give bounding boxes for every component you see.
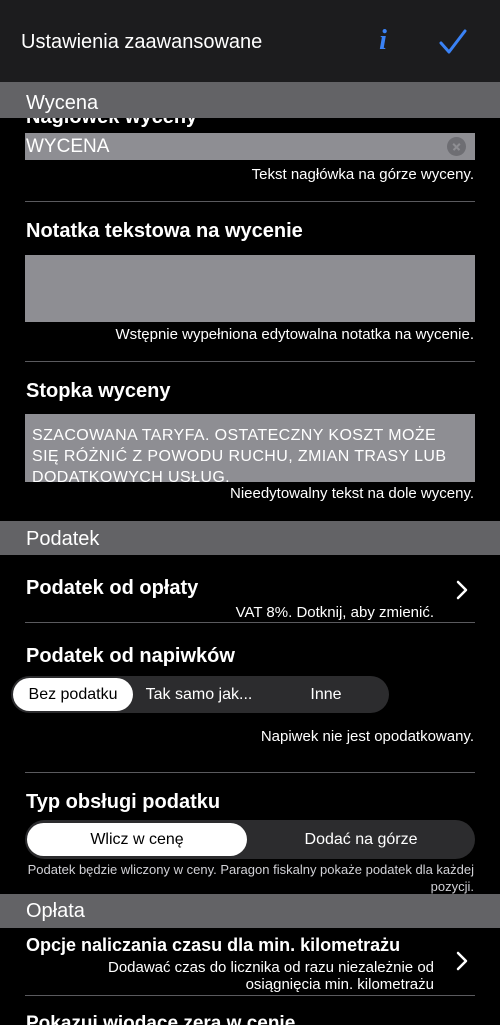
quote-footer-hint: Nieedytowalny tekst na dole wyceny. — [229, 485, 474, 502]
divider — [25, 201, 475, 202]
tax-handling-hint: Podatek będzie wliczony w ceny. Paragon … — [27, 862, 474, 894]
divider — [25, 772, 475, 773]
checkmark-icon[interactable] — [438, 28, 468, 56]
tip-tax-hint: Napiwek nie jest opodatkowany. — [260, 728, 474, 745]
section-title-podatek: Podatek — [26, 528, 100, 550]
tip-tax-option-other[interactable]: Inne — [265, 676, 387, 713]
page-title: Ustawienia zaawansowane — [21, 31, 263, 53]
quote-header-hint: Tekst nagłówka na górze wyceny. — [251, 166, 474, 183]
tax-handling-label: Typ obsługi podatku — [26, 791, 221, 813]
quote-header-label: Nagłówek wyceny — [26, 118, 197, 129]
section-header-wycena: Wycena — [0, 82, 500, 118]
tax-handling-segmented-control[interactable]: Wlicz w cenę Dodać na górze — [25, 820, 475, 859]
chevron-right-icon — [456, 580, 468, 600]
quote-note-input[interactable] — [25, 255, 475, 322]
quote-footer-text: SZACOWANA TARYFA. OSTATECZNY KOSZT MOŻE … — [25, 414, 475, 482]
tax-handling-option-add-on-top[interactable]: Dodać na górze — [249, 820, 473, 859]
navigation-bar: Ustawienia zaawansowane i — [0, 0, 500, 82]
section-title-oplata: Opłata — [26, 900, 85, 922]
quote-note-hint: Wstępnie wypełniona edytowalna notatka n… — [115, 326, 474, 343]
quote-header-input[interactable]: WYCENA — [25, 133, 475, 160]
time-options-hint: Dodawać czas do licznika od razu niezale… — [107, 959, 434, 993]
time-options-row[interactable]: Opcje naliczania czasu dla min. kilometr… — [0, 928, 500, 995]
fare-tax-row[interactable]: Podatek od opłaty VAT 8%. Dotknij, aby z… — [0, 560, 500, 622]
quote-header-value: WYCENA — [26, 136, 110, 157]
fare-tax-hint: VAT 8%. Dotknij, aby zmienić. — [235, 604, 434, 621]
tip-tax-option-same-as[interactable]: Tak samo jak... — [135, 676, 263, 713]
tip-tax-segmented-control[interactable]: Bez podatku Tak samo jak... Inne — [11, 676, 389, 713]
divider — [25, 995, 475, 996]
quote-footer-label: Stopka wyceny — [26, 380, 171, 402]
time-options-label: Opcje naliczania czasu dla min. kilometr… — [26, 935, 401, 955]
section-header-podatek: Podatek — [0, 521, 500, 555]
fare-tax-label: Podatek od opłaty — [26, 577, 199, 599]
tax-handling-option-include[interactable]: Wlicz w cenę — [27, 823, 247, 856]
section-title-wycena: Wycena — [26, 92, 99, 114]
clear-icon[interactable] — [447, 137, 466, 156]
info-icon[interactable]: i — [372, 26, 394, 56]
tip-tax-option-no-tax[interactable]: Bez podatku — [13, 678, 133, 711]
divider — [25, 361, 475, 362]
chevron-right-icon — [456, 951, 468, 971]
section-header-oplata: Opłata — [0, 894, 500, 928]
divider — [25, 622, 475, 623]
tip-tax-label: Podatek od napiwków — [26, 645, 235, 667]
leading-zeros-label: Pokazuj wiodące zera w cenie — [26, 1013, 296, 1025]
quote-note-label: Notatka tekstowa na wycenie — [26, 220, 303, 242]
